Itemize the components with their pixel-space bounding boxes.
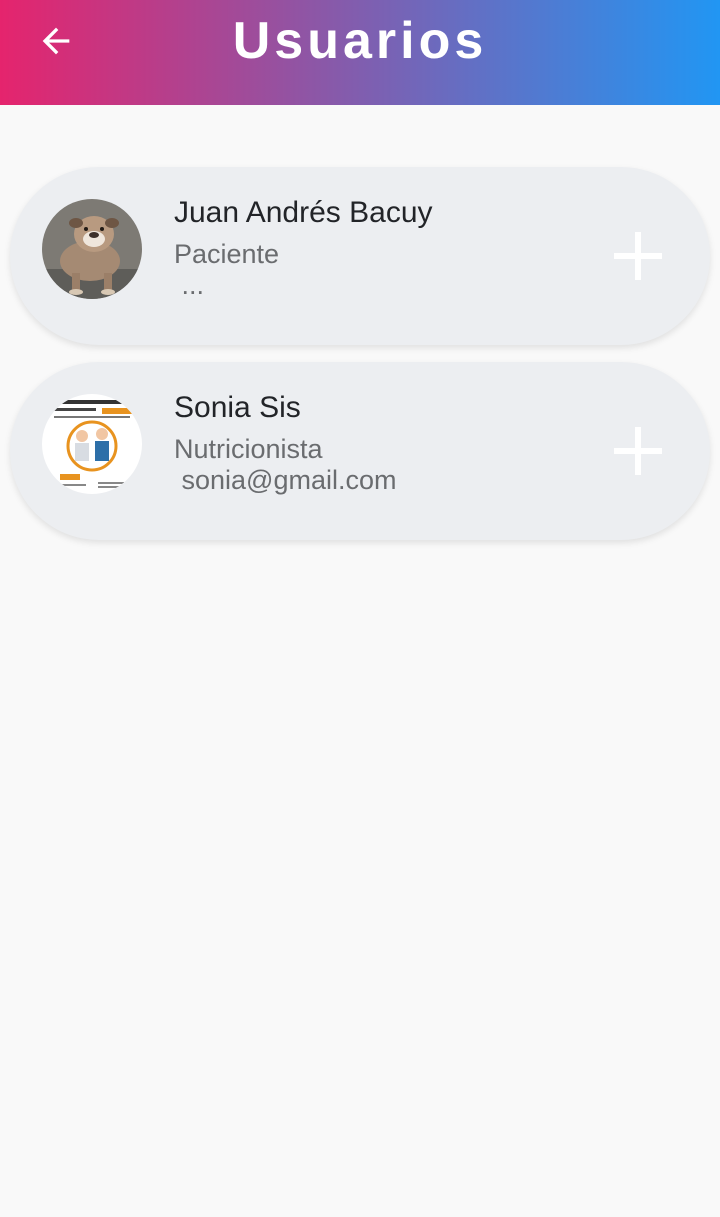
nutrition-poster-avatar (42, 394, 142, 494)
plus-icon (614, 232, 662, 280)
user-avatar (42, 199, 142, 299)
page-title: Usuarios (232, 12, 488, 70)
user-card[interactable]: Sonia Sis Nutricionista sonia@gmail.com (10, 362, 710, 540)
user-role: Paciente (174, 239, 280, 269)
user-avatar (42, 394, 142, 494)
add-user-button[interactable] (608, 421, 668, 481)
user-email: sonia@gmail.com (174, 465, 397, 495)
user-name: Sonia Sis (174, 391, 301, 424)
add-user-button[interactable] (608, 226, 668, 286)
bulldog-photo-avatar (42, 199, 142, 299)
plus-icon (614, 427, 662, 475)
user-card[interactable]: Juan Andrés Bacuy Paciente ... (10, 167, 710, 345)
app-bar: Usuarios (0, 0, 720, 105)
user-email: ... (174, 270, 205, 300)
user-role: Nutricionista (174, 434, 323, 464)
user-name: Juan Andrés Bacuy (174, 196, 433, 229)
